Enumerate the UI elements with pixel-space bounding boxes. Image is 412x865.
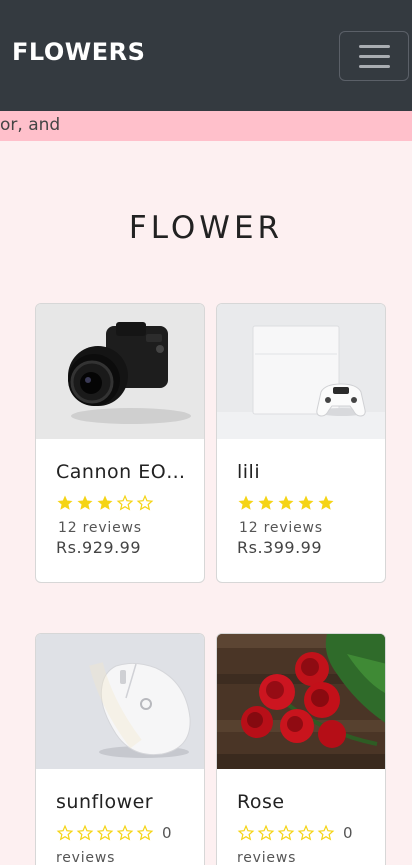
review-label: reviews [56,850,116,865]
star-empty-icon [96,824,114,841]
product-image-console[interactable] [217,304,385,439]
navbar-toggle-button[interactable] [339,31,409,81]
star-empty-icon [116,494,134,511]
star-empty-icon [297,824,315,841]
navbar: FLOWERS [0,0,412,111]
star-empty-icon [237,824,255,841]
star-filled-icon [57,495,73,510]
product-title[interactable]: Cannon EOS 80D [56,461,188,483]
star-filled-icon [97,495,113,510]
star-empty-icon [76,824,94,841]
review-label: reviews [237,850,297,865]
star-filled-icon [298,495,314,510]
star-empty-icon [257,824,275,841]
star-rating: 0 [56,824,172,842]
star-rating [237,494,335,512]
product-price: Rs.929.99 [56,538,142,557]
star-filled-icon [278,495,294,510]
star-rating: 0 [237,824,353,842]
product-image-mouse[interactable] [36,634,204,769]
review-count: 12 reviews [58,520,142,536]
product-card[interactable]: Cannon EOS 80D 12 reviews Rs.929.99 [35,303,205,583]
star-empty-icon [136,824,154,841]
product-card[interactable]: Rose 0 reviews [216,633,386,865]
star-empty-icon [277,824,295,841]
product-price: Rs.399.99 [237,538,323,557]
review-count: 0 [162,824,172,842]
product-title[interactable]: Rose [237,791,369,813]
product-card[interactable]: lili 12 reviews Rs.399.99 [216,303,386,583]
marquee-text: or, and [0,115,61,135]
hamburger-menu-icon [358,44,390,48]
star-empty-icon [116,824,134,841]
star-empty-icon [56,824,74,841]
product-title[interactable]: lili [237,461,369,483]
star-filled-icon [77,495,93,510]
star-filled-icon [318,495,334,510]
star-rating [56,494,154,512]
section-title: FLOWER [128,210,284,246]
star-filled-icon [238,495,254,510]
product-title[interactable]: sunflower [56,791,188,813]
product-card[interactable]: sunflower 0 reviews [35,633,205,865]
star-filled-icon [258,495,274,510]
review-count: 0 [343,824,353,842]
review-count: 12 reviews [239,520,323,536]
brand-link[interactable]: FLOWERS [12,38,145,66]
star-empty-icon [317,824,335,841]
product-image-camera[interactable] [36,304,204,439]
marquee-banner: or, and [0,111,412,141]
star-empty-icon [136,494,154,511]
product-image-roses[interactable] [217,634,385,769]
